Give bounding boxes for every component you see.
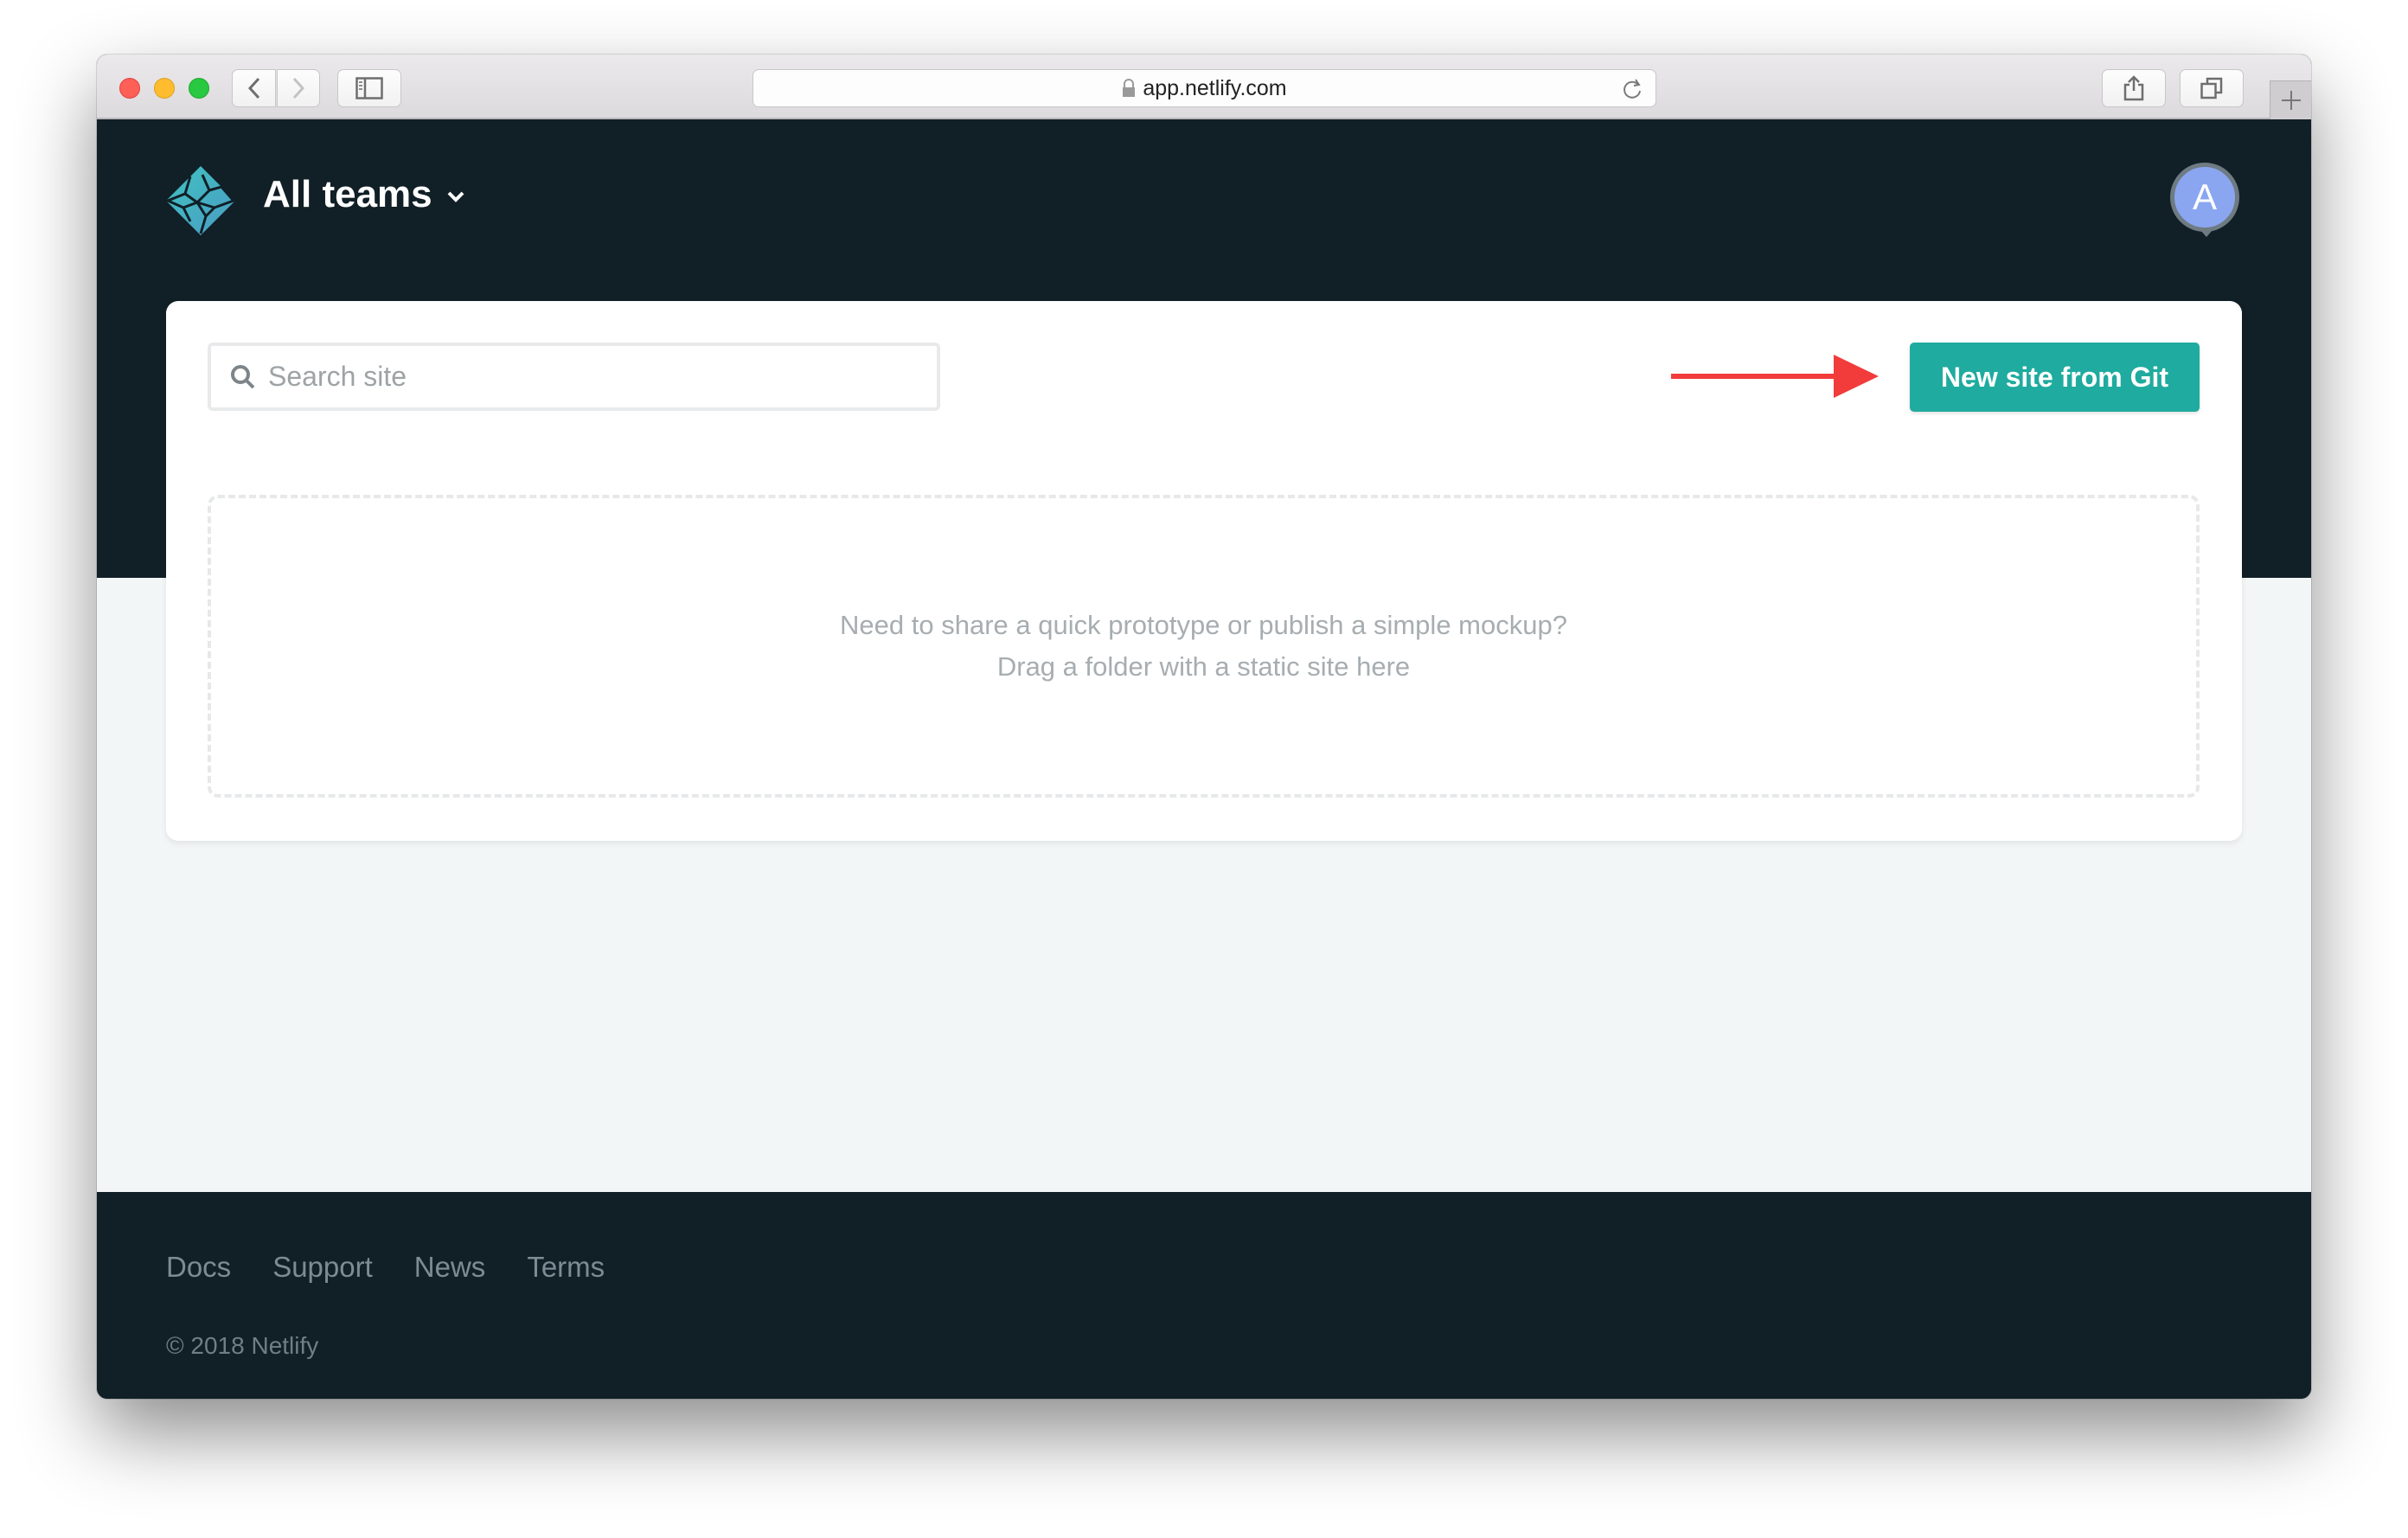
zoom-window-button[interactable] (189, 78, 209, 99)
lock-icon (1123, 79, 1136, 97)
user-avatar[interactable]: A (2170, 163, 2239, 237)
back-button[interactable] (232, 69, 276, 107)
footer-link-support[interactable]: Support (272, 1251, 373, 1284)
avatar-initial: A (2192, 176, 2217, 217)
search-field[interactable] (208, 343, 940, 411)
new-site-from-git-button[interactable]: New site from Git (1910, 343, 2200, 412)
new-tab-button[interactable] (2270, 80, 2311, 119)
footer-links: Docs Support News Terms (166, 1251, 605, 1284)
browser-window: app.netlify.com All teams A Search site … (97, 54, 2311, 1399)
minimize-window-button[interactable] (154, 78, 175, 99)
dropzone-line2: Drag a folder with a static site here (996, 651, 1411, 682)
address-bar[interactable]: app.netlify.com (752, 69, 1656, 107)
share-button[interactable] (2102, 69, 2166, 107)
page-footer: Docs Support News Terms © 2018 Netlify (97, 1192, 2311, 1399)
show-tabs-button[interactable] (2180, 69, 2244, 107)
page-content: All teams A New site from Git Need to sh… (97, 119, 2311, 1399)
footer-link-terms[interactable]: Terms (527, 1251, 605, 1284)
share-icon (2123, 75, 2144, 101)
chevron-down-icon (447, 191, 464, 202)
sidebar-icon (355, 77, 383, 99)
team-switcher[interactable]: All teams (263, 173, 465, 216)
copyright: © 2018 Netlify (166, 1332, 319, 1359)
tabs-icon (2200, 77, 2223, 99)
search-input[interactable] (268, 361, 925, 393)
drag-drop-zone[interactable]: Need to share a quick prototype or publi… (208, 495, 2200, 798)
dropzone-line1: Need to share a quick prototype or publi… (840, 610, 1567, 640)
plus-icon (2281, 91, 2301, 110)
footer-link-news[interactable]: News (414, 1251, 486, 1284)
close-window-button[interactable] (119, 78, 140, 99)
footer-link-docs[interactable]: Docs (166, 1251, 231, 1284)
sites-card: New site from Git Need to share a quick … (166, 301, 2242, 841)
netlify-logo[interactable] (164, 164, 237, 237)
chevron-right-icon (292, 77, 305, 99)
url-text: app.netlify.com (1143, 75, 1287, 100)
sidebar-toggle-button[interactable] (337, 69, 401, 107)
chevron-left-icon (247, 77, 259, 99)
search-icon (231, 364, 255, 388)
reload-icon[interactable] (1621, 77, 1643, 101)
team-switcher-label: All teams (263, 173, 432, 215)
forward-button[interactable] (277, 69, 320, 107)
annotation-arrow (1671, 355, 1879, 398)
browser-toolbar: app.netlify.com (97, 54, 2311, 119)
